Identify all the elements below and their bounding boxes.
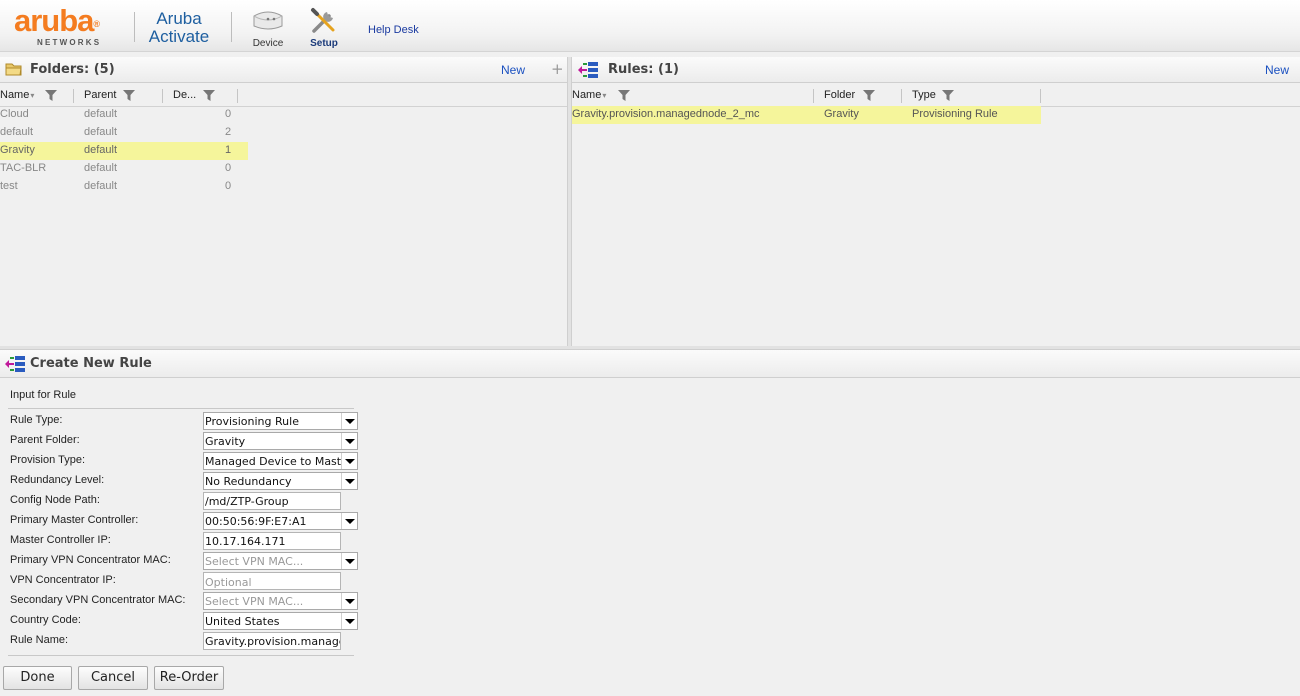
device-icon	[253, 11, 283, 30]
app-name: Aruba Activate	[148, 9, 210, 46]
done-button[interactable]: Done	[3, 666, 72, 690]
provision-type-label: Provision Type:	[10, 454, 86, 466]
vpn-concentrator-ip-label: VPN Concentrator IP:	[10, 574, 116, 586]
cancel-button[interactable]: Cancel	[78, 666, 148, 690]
column-divider[interactable]	[813, 89, 814, 103]
chevron-down-icon[interactable]	[341, 513, 357, 529]
column-divider[interactable]	[162, 89, 163, 103]
rules-col-name[interactable]: Name▾	[572, 89, 606, 101]
rule-type-label: Rule Type:	[10, 414, 63, 426]
folders-col-parent[interactable]: Parent	[84, 89, 116, 101]
create-rule-panel: Create New Rule Input for Rule Rule Type…	[0, 350, 1300, 696]
config-node-path-input[interactable]: /md/ZTP-Group	[203, 492, 341, 510]
header-divider	[134, 12, 135, 42]
column-divider[interactable]	[73, 89, 74, 103]
filter-icon[interactable]	[123, 90, 135, 101]
country-code-label: Country Code:	[10, 614, 81, 626]
sort-desc-icon: ▾	[30, 91, 35, 100]
vpn-concentrator-ip-input[interactable]	[203, 572, 341, 590]
master-controller-ip-label: Master Controller IP:	[10, 534, 111, 546]
secondary-vpn-mac-label: Secondary VPN Concentrator MAC:	[10, 594, 186, 606]
folder-row-default[interactable]: default default 2	[0, 124, 248, 142]
new-rule-link[interactable]: New	[1265, 63, 1289, 77]
form-section-label: Input for Rule	[10, 389, 77, 401]
filter-icon[interactable]	[863, 90, 875, 101]
master-controller-ip-input[interactable]: 10.17.164.171	[203, 532, 341, 550]
rules-panel: Rules: (1) New Name▾ Folder Type Gravity…	[572, 57, 1300, 347]
country-code-select[interactable]: United States	[203, 612, 358, 630]
folders-grid-header: Name▾ Parent De...	[0, 85, 567, 107]
reorder-button[interactable]: Re-Order	[154, 666, 224, 690]
redundancy-level-select[interactable]: No Redundancy	[203, 472, 358, 490]
tools-icon	[311, 8, 335, 33]
folder-row-cloud[interactable]: Cloud default 0	[0, 106, 248, 124]
nav-setup-label: Setup	[310, 38, 338, 49]
nav-device-label: Device	[252, 38, 284, 49]
chevron-down-icon[interactable]	[341, 553, 357, 569]
folder-icon	[5, 63, 22, 76]
chevron-down-icon[interactable]	[341, 453, 357, 469]
create-rule-title: Create New Rule	[30, 356, 152, 371]
filter-icon[interactable]	[45, 90, 57, 101]
section-divider	[8, 408, 354, 409]
rules-grid-header: Name▾ Folder Type	[572, 85, 1300, 107]
filter-icon[interactable]	[203, 90, 215, 101]
nav-setup[interactable]: Setup	[296, 4, 352, 50]
add-folder-icon[interactable]: +	[551, 60, 564, 78]
primary-vpn-mac-label: Primary VPN Concentrator MAC:	[10, 554, 171, 566]
rules-title: Rules: (1)	[608, 62, 679, 77]
column-divider[interactable]	[237, 89, 238, 103]
column-divider[interactable]	[1040, 89, 1041, 103]
primary-master-controller-label: Primary Master Controller:	[10, 514, 139, 526]
redundancy-level-label: Redundancy Level:	[10, 474, 105, 486]
secondary-vpn-mac-select[interactable]: Select VPN MAC...	[203, 592, 358, 610]
rules-col-folder[interactable]: Folder	[824, 89, 855, 101]
new-folder-link[interactable]: New	[501, 63, 525, 77]
aruba-logo: aruba®	[14, 3, 100, 38]
filter-icon[interactable]	[618, 90, 630, 101]
rule-row[interactable]: Gravity.provision.managednode_2_mc Gravi…	[572, 106, 1041, 124]
section-divider	[8, 655, 354, 656]
rules-icon	[578, 62, 598, 78]
folders-panel-header: Folders: (5) New +	[0, 57, 567, 83]
rule-name-input[interactable]: Gravity.provision.managednode_2_mc	[203, 632, 341, 650]
app-header: aruba® NETWORKS Aruba Activate Device Se…	[0, 0, 1300, 52]
aruba-logo-subtitle: NETWORKS	[37, 38, 102, 47]
rule-name-label: Rule Name:	[10, 634, 69, 646]
chevron-down-icon[interactable]	[341, 413, 357, 429]
folders-col-name[interactable]: Name▾	[0, 89, 34, 101]
sort-desc-icon: ▾	[602, 91, 607, 100]
help-desk-link[interactable]: Help Desk	[368, 24, 419, 36]
chevron-down-icon[interactable]	[341, 433, 357, 449]
rule-type-select[interactable]: Provisioning Rule	[203, 412, 358, 430]
primary-master-controller-select[interactable]: 00:50:56:9F:E7:A1	[203, 512, 358, 530]
config-node-path-label: Config Node Path:	[10, 494, 100, 506]
folders-col-devices[interactable]: De...	[173, 89, 196, 101]
chevron-down-icon[interactable]	[341, 593, 357, 609]
folder-row-test[interactable]: test default 0	[0, 178, 248, 196]
parent-folder-select[interactable]: Gravity	[203, 432, 358, 450]
header-divider	[231, 12, 232, 42]
filter-icon[interactable]	[942, 90, 954, 101]
folder-row-tac-blr[interactable]: TAC-BLR default 0	[0, 160, 248, 178]
chevron-down-icon[interactable]	[341, 613, 357, 629]
provision-type-select[interactable]: Managed Device to Master	[203, 452, 358, 470]
chevron-down-icon[interactable]	[341, 473, 357, 489]
folder-row-gravity[interactable]: Gravity default 1	[0, 142, 248, 160]
nav-device[interactable]: Device	[240, 4, 296, 50]
rules-panel-header: Rules: (1) New	[572, 57, 1300, 83]
folders-panel: Folders: (5) New + Name▾ Parent De... Cl…	[0, 57, 567, 347]
rules-col-type[interactable]: Type	[912, 89, 936, 101]
folders-title: Folders: (5)	[30, 62, 115, 77]
primary-vpn-mac-select[interactable]: Select VPN MAC...	[203, 552, 358, 570]
column-divider[interactable]	[901, 89, 902, 103]
parent-folder-label: Parent Folder:	[10, 434, 80, 446]
rules-icon	[5, 356, 25, 372]
create-rule-header: Create New Rule	[0, 350, 1300, 378]
